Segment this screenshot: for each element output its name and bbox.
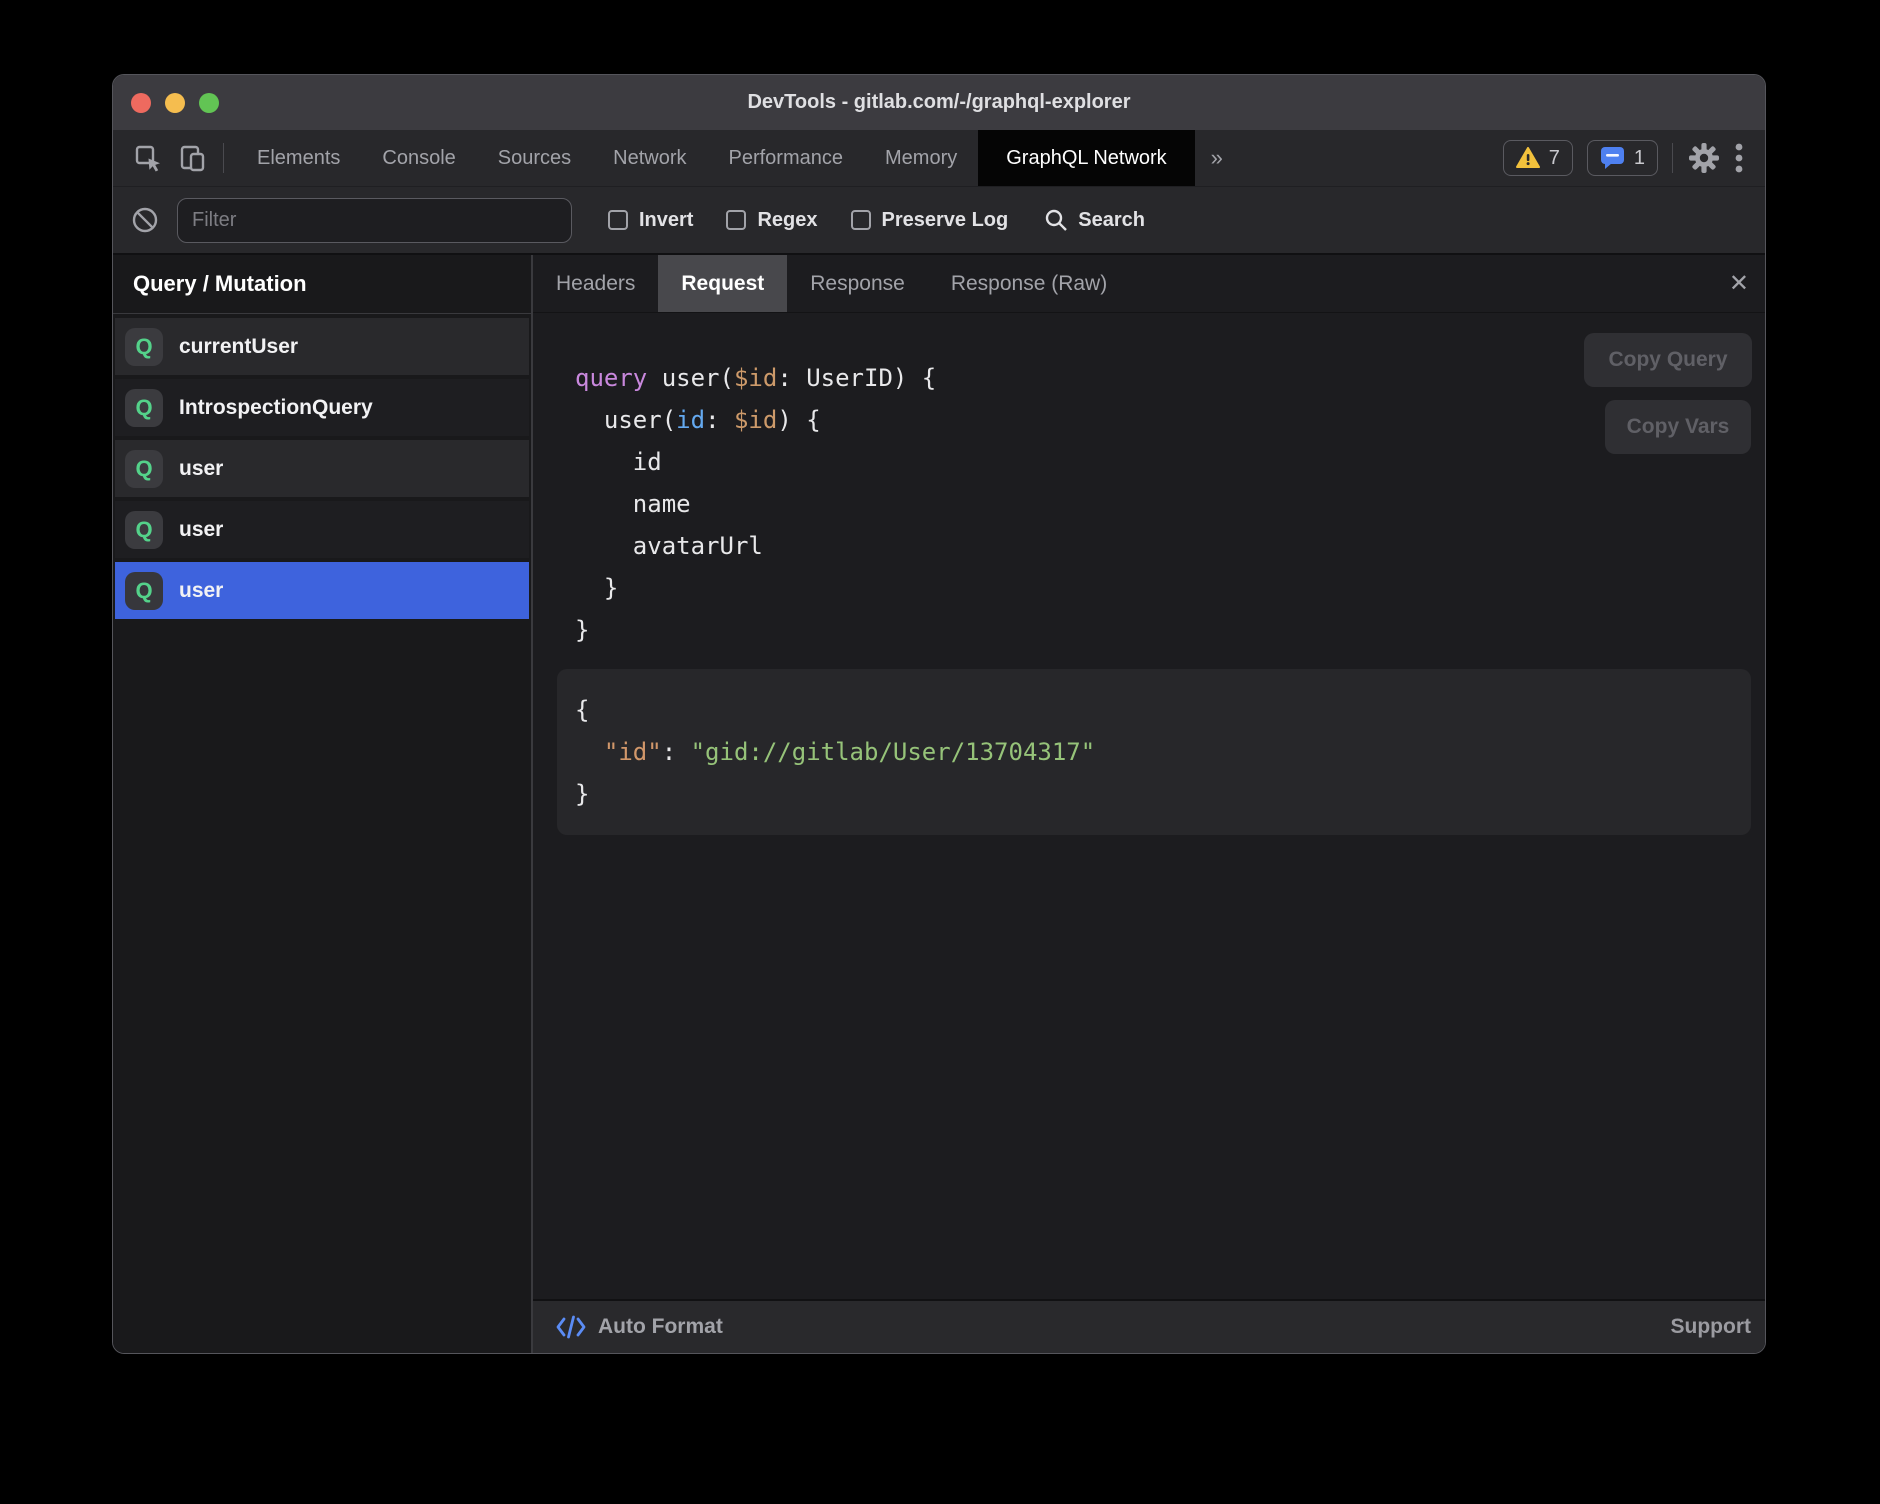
warning-count: 7 — [1549, 147, 1560, 170]
graphql-variables-box: { "id": "gid://gitlab/User/13704317"} — [557, 669, 1751, 835]
query-type-badge: Q — [125, 572, 163, 610]
tab-memory[interactable]: Memory — [864, 130, 978, 186]
warnings-badge[interactable]: 7 — [1503, 140, 1573, 176]
content-area: Query / Mutation QcurrentUserQIntrospect… — [113, 255, 1765, 1353]
tab-console[interactable]: Console — [361, 130, 476, 186]
request-label: user — [179, 457, 223, 481]
request-label: user — [179, 579, 223, 603]
detail-footer: Auto Format Support — [533, 1299, 1765, 1353]
toolbar-separator — [1672, 143, 1673, 173]
tab-sources[interactable]: Sources — [477, 130, 592, 186]
detail-tab-response[interactable]: Response — [787, 255, 928, 312]
query-type-badge: Q — [125, 450, 163, 488]
auto-format-button[interactable]: Auto Format — [556, 1314, 723, 1340]
code-line: { — [575, 689, 1733, 731]
message-icon — [1600, 146, 1625, 170]
issues-badge[interactable]: 1 — [1587, 140, 1658, 176]
minimize-window-button[interactable] — [165, 93, 185, 113]
query-type-badge: Q — [125, 328, 163, 366]
more-options-icon[interactable] — [1735, 142, 1743, 174]
copy-query-button[interactable]: Copy Query — [1584, 333, 1752, 387]
checkbox-label: Preserve Log — [882, 209, 1009, 232]
window-title: DevTools - gitlab.com/-/graphql-explorer — [113, 91, 1765, 114]
code-brackets-icon — [556, 1314, 586, 1340]
settings-gear-icon[interactable] — [1687, 141, 1721, 175]
code-line: user(id: $id) { — [575, 399, 1765, 441]
request-row-currentUser[interactable]: QcurrentUser — [115, 318, 529, 375]
warning-icon — [1516, 147, 1540, 169]
code-line: } — [575, 773, 1733, 815]
tab-network[interactable]: Network — [592, 130, 707, 186]
request-label: IntrospectionQuery — [179, 396, 373, 420]
code-line: name — [575, 483, 1765, 525]
search-label: Search — [1078, 209, 1145, 232]
checkbox-regex[interactable]: Regex — [726, 209, 817, 232]
support-link[interactable]: Support — [1671, 1315, 1751, 1339]
code-line: "id": "gid://gitlab/User/13704317" — [575, 731, 1733, 773]
checkbox-box[interactable] — [608, 210, 628, 230]
filter-bar: Invert Regex Preserve Log Search — [113, 187, 1765, 255]
search-control[interactable]: Search — [1044, 208, 1145, 232]
request-row-user[interactable]: Quser — [115, 562, 529, 619]
traffic-lights — [113, 93, 219, 113]
checkbox-preserve-log[interactable]: Preserve Log — [851, 209, 1009, 232]
request-label: user — [179, 518, 223, 542]
more-tabs-chevron-icon[interactable]: » — [1195, 130, 1239, 186]
detail-tab-response-raw-[interactable]: Response (Raw) — [928, 255, 1130, 312]
devtools-window: DevTools - gitlab.com/-/graphql-explorer… — [112, 74, 1766, 1354]
tab-elements[interactable]: Elements — [236, 130, 361, 186]
code-line: id — [575, 441, 1765, 483]
detail-tab-headers[interactable]: Headers — [533, 255, 658, 312]
checkbox-box[interactable] — [851, 210, 871, 230]
tab-performance[interactable]: Performance — [708, 130, 865, 186]
code-line: } — [575, 609, 1765, 651]
checkbox-box[interactable] — [726, 210, 746, 230]
request-detail-panel: HeadersRequestResponseResponse (Raw) ✕ qu… — [533, 255, 1765, 1353]
query-type-badge: Q — [125, 389, 163, 427]
device-toolbar-icon[interactable] — [178, 144, 207, 173]
detail-tabs: HeadersRequestResponseResponse (Raw) ✕ — [533, 255, 1765, 313]
filter-options: Invert Regex Preserve Log — [608, 209, 1008, 232]
panel-tabs: ElementsConsoleSourcesNetworkPerformance… — [236, 130, 1239, 186]
inspect-element-icon[interactable] — [135, 145, 162, 172]
clear-block-icon[interactable] — [131, 206, 159, 234]
code-line: } — [575, 567, 1765, 609]
auto-format-label: Auto Format — [598, 1315, 723, 1339]
copy-vars-button[interactable]: Copy Vars — [1605, 400, 1751, 454]
request-row-user[interactable]: Quser — [115, 440, 529, 497]
close-detail-icon[interactable]: ✕ — [1729, 255, 1749, 312]
main-toolbar: ElementsConsoleSourcesNetworkPerformance… — [113, 130, 1765, 187]
tab-graphql-network-active[interactable]: GraphQL Network — [978, 130, 1194, 186]
toolbar-separator — [223, 143, 224, 173]
filter-input[interactable] — [177, 198, 572, 243]
titlebar: DevTools - gitlab.com/-/graphql-explorer — [113, 75, 1765, 130]
sidebar-header: Query / Mutation — [113, 255, 531, 314]
close-window-button[interactable] — [131, 93, 151, 113]
checkbox-label: Regex — [757, 209, 817, 232]
detail-tab-request[interactable]: Request — [658, 255, 787, 312]
request-row-user[interactable]: Quser — [115, 501, 529, 558]
request-label: currentUser — [179, 335, 298, 359]
checkbox-label: Invert — [639, 209, 693, 232]
request-list: QcurrentUserQIntrospectionQueryQuserQuse… — [113, 314, 531, 623]
code-line: avatarUrl — [575, 525, 1765, 567]
graphql-query-code: query user($id: UserID) { user(id: $id) … — [533, 313, 1765, 651]
query-type-badge: Q — [125, 511, 163, 549]
message-count: 1 — [1634, 147, 1645, 170]
search-icon — [1044, 208, 1068, 232]
zoom-window-button[interactable] — [199, 93, 219, 113]
request-sidebar: Query / Mutation QcurrentUserQIntrospect… — [113, 255, 533, 1353]
request-row-IntrospectionQuery[interactable]: Q IntrospectionQuery — [115, 379, 529, 436]
checkbox-invert[interactable]: Invert — [608, 209, 693, 232]
request-detail-body: query user($id: UserID) { user(id: $id) … — [533, 313, 1765, 1299]
